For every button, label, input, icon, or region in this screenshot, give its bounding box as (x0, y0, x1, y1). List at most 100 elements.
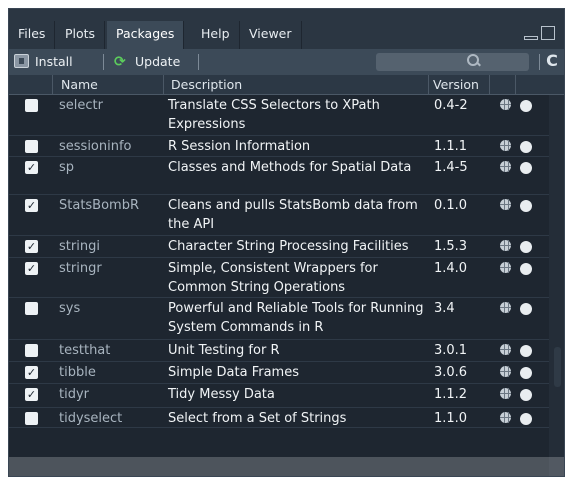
pane-tab-bar: Files Plots Packages Help Viewer (9, 9, 564, 49)
package-loaded-checkbox[interactable]: ✓ (25, 388, 38, 401)
remove-package-icon[interactable] (520, 345, 532, 357)
tab-help[interactable]: Help (192, 21, 240, 49)
package-row[interactable]: selectr Translate CSS Selectors to XPath … (9, 95, 549, 136)
column-divider (515, 75, 516, 94)
table-header: Name Description Version (9, 75, 564, 95)
update-button[interactable]: ⟳ Update (114, 52, 180, 72)
column-header-name[interactable]: Name (61, 75, 98, 94)
package-description: Translate CSS Selectors to XPath Express… (168, 98, 380, 132)
remove-package-icon[interactable] (520, 241, 532, 253)
package-version: 3.4 (434, 301, 455, 316)
search-input[interactable] (376, 53, 529, 71)
globe-icon[interactable] (500, 99, 511, 110)
remove-package-icon[interactable] (520, 367, 532, 379)
tab-packages[interactable]: Packages (107, 21, 185, 49)
column-divider (489, 75, 490, 94)
remove-package-icon[interactable] (520, 389, 532, 401)
package-version: 1.1.2 (434, 387, 468, 402)
package-loaded-checkbox[interactable]: ✓ (25, 262, 38, 275)
package-name[interactable]: tibble (59, 363, 96, 382)
column-header-description[interactable]: Description (171, 75, 242, 94)
window-controls (522, 25, 558, 43)
package-name[interactable]: sessioninfo (59, 137, 132, 156)
package-name[interactable]: StatsBombR (59, 196, 139, 215)
package-name[interactable]: selectr (59, 96, 103, 115)
package-row[interactable]: ✓ tidyr Tidy Messy Data 1.1.2 (9, 384, 549, 408)
package-name[interactable]: testthat (59, 341, 110, 360)
globe-icon[interactable] (500, 262, 511, 273)
package-version: 1.4-5 (434, 160, 468, 175)
package-name[interactable]: tidyr (59, 385, 89, 404)
globe-icon[interactable] (500, 388, 511, 399)
scrollbar-thumb[interactable] (554, 347, 561, 387)
package-loaded-checkbox[interactable] (25, 302, 38, 315)
package-name[interactable]: sys (59, 299, 80, 318)
packages-toolbar: Install ⟳ Update C (9, 49, 564, 75)
remove-package-icon[interactable] (520, 413, 532, 425)
toolbar-divider (539, 54, 540, 70)
package-version: 0.4-2 (434, 98, 468, 113)
package-loaded-checkbox[interactable]: ✓ (25, 366, 38, 379)
package-name[interactable]: stringr (59, 259, 102, 278)
package-version: 1.1.0 (434, 411, 468, 426)
package-name[interactable]: stringi (59, 237, 100, 256)
package-description: Simple, Consistent Wrappers for Common S… (168, 261, 378, 295)
package-description: R Session Information (168, 139, 311, 154)
vertical-scrollbar[interactable] (549, 95, 564, 476)
remove-package-icon[interactable] (520, 162, 532, 174)
package-row[interactable]: tidyselect Select from a Set of Strings 1.… (9, 408, 549, 428)
globe-icon[interactable] (500, 366, 511, 377)
package-row[interactable]: ✓ StatsBombR Cleans and pulls StatsBomb da… (9, 195, 549, 236)
globe-icon[interactable] (500, 161, 511, 172)
package-loaded-checkbox[interactable]: ✓ (25, 199, 38, 212)
tab-plots[interactable]: Plots (56, 21, 106, 49)
package-version: 3.0.1 (434, 343, 468, 358)
globe-icon[interactable] (500, 140, 511, 151)
package-loaded-checkbox[interactable]: ✓ (25, 240, 38, 253)
maximize-icon[interactable] (541, 26, 555, 40)
globe-icon[interactable] (500, 302, 511, 313)
package-description: Character String Processing Facilities (168, 239, 409, 254)
remove-package-icon[interactable] (520, 200, 532, 212)
column-header-version[interactable]: Version (433, 75, 479, 94)
remove-package-icon[interactable] (520, 100, 532, 112)
package-row[interactable]: ✓ tibble Simple Data Frames 3.0.6 (9, 362, 549, 384)
package-loaded-checkbox[interactable] (25, 344, 38, 357)
search-icon (467, 54, 479, 66)
globe-icon[interactable] (500, 240, 511, 251)
package-row[interactable]: sys Powerful and Reliable Tools for Runni… (9, 298, 549, 340)
install-button[interactable]: Install (14, 52, 73, 72)
package-row[interactable]: sessioninfo R Session Information 1.1.1 (9, 136, 549, 157)
list-fade-overlay (9, 457, 564, 476)
globe-icon[interactable] (500, 199, 511, 210)
package-name[interactable]: tidyselect (59, 409, 122, 428)
tab-viewer[interactable]: Viewer (240, 21, 302, 49)
remove-package-icon[interactable] (520, 303, 532, 315)
package-row[interactable]: testthat Unit Testing for R 3.0.1 (9, 340, 549, 362)
package-loaded-checkbox[interactable] (25, 99, 38, 112)
package-row[interactable]: ✓ stringi Character String Processing Faci… (9, 236, 549, 258)
package-loaded-checkbox[interactable] (25, 140, 38, 153)
globe-icon[interactable] (500, 412, 511, 423)
package-loaded-checkbox[interactable]: ✓ (25, 161, 38, 174)
minimize-icon[interactable] (524, 36, 538, 40)
column-divider (428, 75, 429, 94)
remove-package-icon[interactable] (520, 263, 532, 275)
packages-table: Name Description Version selectr Translat… (9, 75, 564, 476)
globe-icon[interactable] (500, 344, 511, 355)
package-loaded-checkbox[interactable] (25, 412, 38, 425)
package-version: 1.4.0 (434, 261, 468, 276)
toolbar-divider (198, 54, 199, 70)
package-row[interactable]: ✓ sp Classes and Methods for Spatial Data 1… (9, 157, 549, 195)
package-description: Unit Testing for R (168, 343, 280, 358)
package-description: Simple Data Frames (168, 365, 299, 380)
packages-pane: Files Plots Packages Help Viewer Install… (8, 8, 565, 477)
package-description: Tidy Messy Data (168, 387, 275, 402)
package-name[interactable]: sp (59, 158, 74, 177)
package-row[interactable]: ✓ stringr Simple, Consistent Wrappers for … (9, 258, 549, 298)
tab-files[interactable]: Files (9, 21, 56, 49)
refresh-list-icon[interactable]: C (544, 51, 560, 71)
remove-package-icon[interactable] (520, 141, 532, 153)
install-label: Install (35, 54, 73, 69)
update-label: Update (135, 54, 181, 69)
